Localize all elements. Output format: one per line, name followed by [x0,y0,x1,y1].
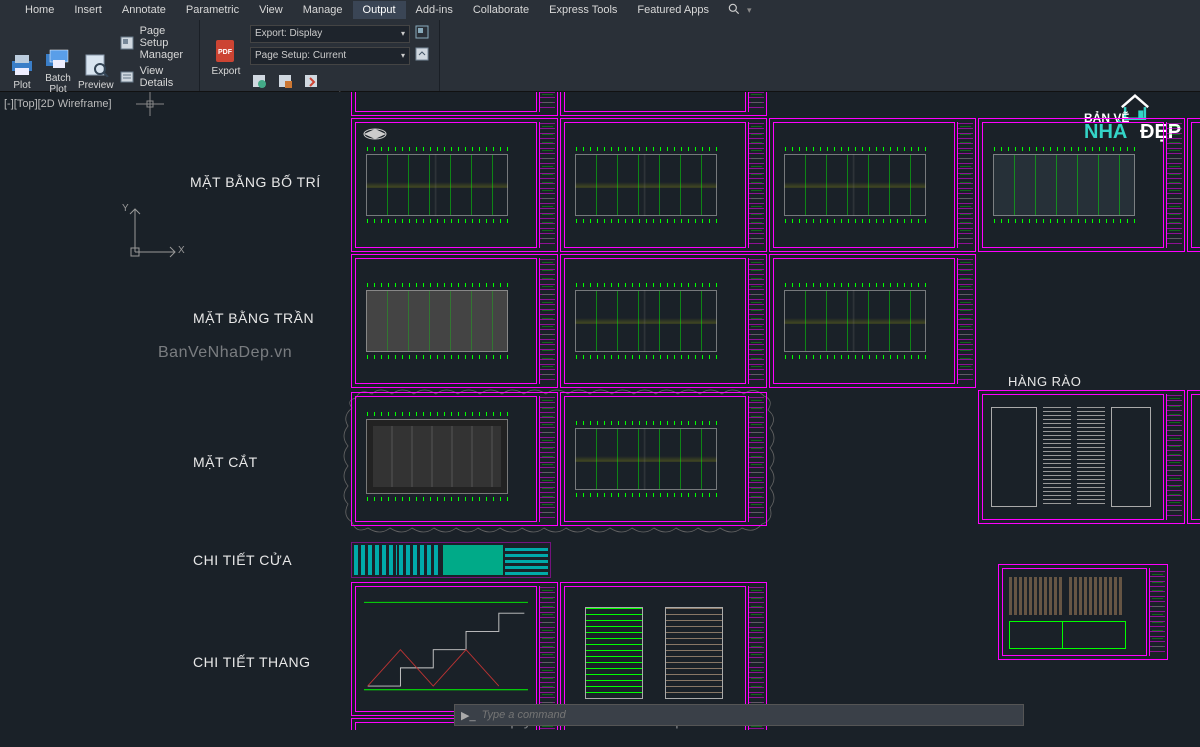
view-details-icon [120,69,134,85]
export-window-icon[interactable] [414,24,430,43]
export-label: Export [212,66,241,77]
sheet-r1-1[interactable] [351,118,558,252]
sheet-r1-5[interactable] [1187,118,1200,252]
sheet-r1-3[interactable] [769,118,976,252]
export-display-value: Export: Display [255,28,322,39]
sheet-side-3[interactable] [998,564,1168,660]
plot-label: Plot [13,80,30,91]
north-arrow-icon [362,127,388,141]
sheet-r4-1[interactable] [351,542,551,578]
batch-plot-icon [42,48,74,72]
command-chevron-icon: ▶_ [461,709,476,722]
stair-section-icon [364,595,528,695]
sheet-top-a[interactable] [351,92,558,116]
preview-button[interactable]: Preview [78,46,114,94]
export-options-icon[interactable] [302,72,320,90]
sheets-container [0,92,1200,730]
sheet-r2-1[interactable] [351,254,558,388]
menu-view[interactable]: View [249,1,293,19]
command-input[interactable] [482,709,1017,721]
menu-featured-apps[interactable]: Featured Apps [627,1,719,19]
menu-home[interactable]: Home [15,1,64,19]
sheet-r3-2[interactable] [560,392,767,526]
sheet-r2-3[interactable] [769,254,976,388]
plot-button[interactable]: Plot [6,46,38,94]
search-icon[interactable] [727,2,743,18]
view-details[interactable]: View Details [118,64,193,90]
drawing-area[interactable]: [-][Top][2D Wireframe] X Y MẶT BẰNG BỐ T… [0,92,1200,730]
page-setup-value: Page Setup: Current [255,50,346,61]
chevron-down-icon: ▾ [401,51,405,60]
batch-plot-button[interactable]: Batch Plot [42,46,74,94]
sheet-top-b[interactable] [560,92,767,116]
page-setup-label: Page Setup Manager [140,25,191,61]
panel-export: PDF Export Export: Display ▾ Page Setup: … [200,20,440,91]
menu-express-tools[interactable]: Express Tools [539,1,627,19]
page-setup-launch-icon[interactable] [414,46,430,65]
menu-collaborate[interactable]: Collaborate [463,1,539,19]
sheet-r1-4[interactable] [978,118,1185,252]
sheet-r2-2[interactable] [560,254,767,388]
menu-output[interactable]: Output [353,1,406,19]
export-dwfx-icon[interactable] [276,72,294,90]
menu-addins[interactable]: Add-ins [406,1,463,19]
export-pdf-icon: PDF [210,37,242,65]
sheet-r3-1[interactable] [351,392,558,526]
preview-icon [80,51,112,79]
page-setup-manager[interactable]: Page Setup Manager [118,24,193,62]
printer-icon [6,51,38,79]
sheet-side-1[interactable] [978,390,1185,524]
menubar: Home Insert Annotate Parametric View Man… [0,0,1200,20]
menu-annotate[interactable]: Annotate [112,1,176,19]
sheet-r5-2[interactable] [560,582,767,716]
view-details-label: View Details [140,65,191,89]
export-dwf-icon[interactable] [250,72,268,90]
sheet-side-2[interactable] [1187,390,1200,524]
menu-insert[interactable]: Insert [64,1,112,19]
sheet-r5-1[interactable] [351,582,558,716]
svg-text:PDF: PDF [218,49,233,56]
page-setup-dropdown[interactable]: Page Setup: Current ▾ [250,47,410,65]
page-setup-icon [120,35,134,51]
ribbon: Plot Batch Plot Preview Page Setup Manag… [0,20,1200,92]
menu-dropdown[interactable]: ▾ [743,2,756,19]
menu-manage[interactable]: Manage [293,1,353,19]
export-button[interactable]: PDF Export [206,32,246,80]
chevron-down-icon: ▾ [401,29,405,38]
sheet-r1-2[interactable] [560,118,767,252]
panel-plot: Plot Batch Plot Preview Page Setup Manag… [0,20,200,91]
preview-label: Preview [78,80,114,91]
export-display-dropdown[interactable]: Export: Display ▾ [250,25,410,43]
menu-parametric[interactable]: Parametric [176,1,249,19]
command-bar[interactable]: ▶_ [454,704,1024,726]
